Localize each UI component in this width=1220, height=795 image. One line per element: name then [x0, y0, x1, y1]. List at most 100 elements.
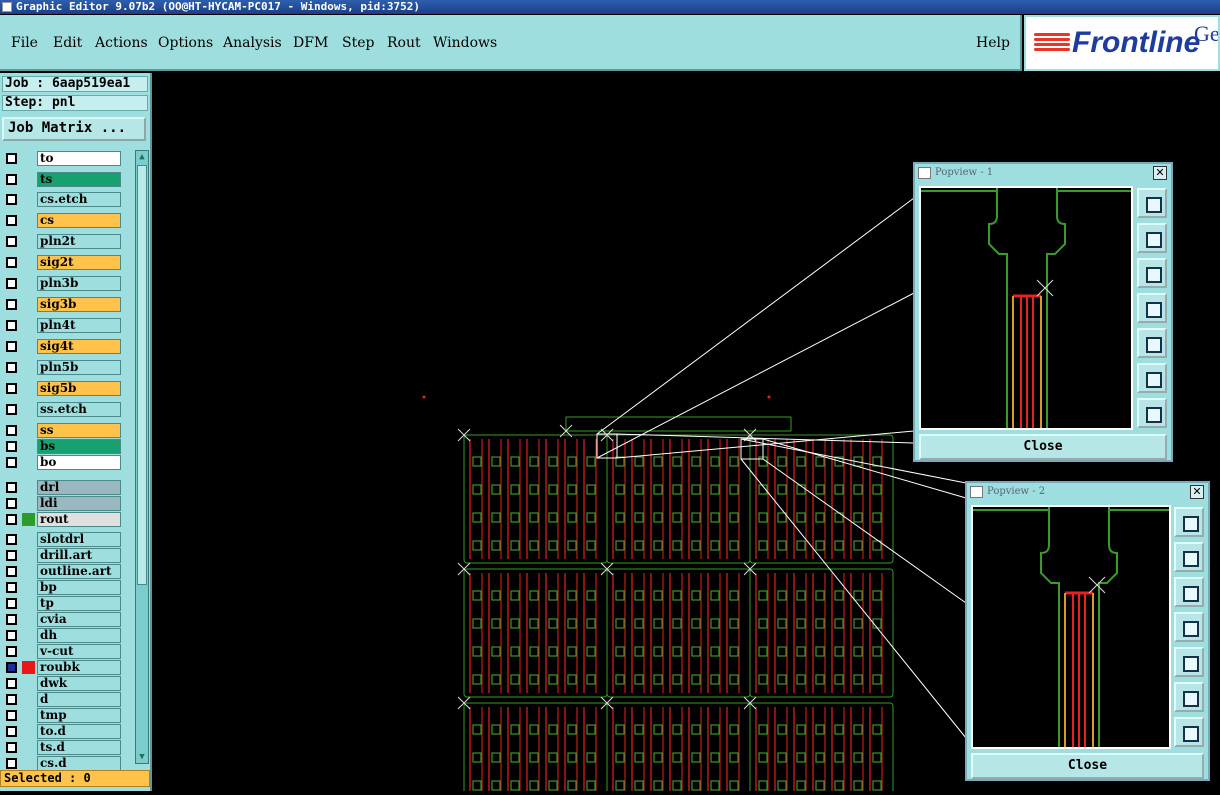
layer-color-swatch[interactable] — [22, 497, 35, 510]
layer-row[interactable]: outline.art — [2, 564, 121, 579]
layer-name[interactable]: drl — [37, 480, 121, 495]
layer-row[interactable]: d — [2, 692, 121, 707]
layer-name[interactable]: ts.d — [37, 740, 121, 755]
layer-checkbox[interactable] — [6, 630, 17, 641]
layer-color-swatch[interactable] — [22, 677, 35, 690]
layer-row[interactable]: ldi — [2, 496, 121, 511]
layer-row[interactable]: bo — [2, 455, 121, 470]
layer-checkbox[interactable] — [6, 582, 17, 593]
pan-up-icon[interactable] — [1137, 223, 1167, 253]
layer-color-swatch[interactable] — [22, 340, 35, 353]
layer-row[interactable]: cs — [2, 213, 121, 228]
layer-name[interactable]: cvia — [37, 612, 121, 627]
layer-name[interactable]: sig2t — [37, 255, 121, 270]
layer-color-swatch[interactable] — [22, 481, 35, 494]
layer-name[interactable]: ss.etch — [37, 402, 121, 417]
layer-row[interactable]: pln2t — [2, 234, 121, 249]
layer-row[interactable]: pln4t — [2, 318, 121, 333]
layer-name[interactable]: rout — [37, 512, 121, 527]
layer-color-swatch[interactable] — [22, 513, 35, 526]
layer-color-swatch[interactable] — [22, 440, 35, 453]
layer-row[interactable]: drill.art — [2, 548, 121, 563]
menu-edit[interactable]: Edit — [53, 35, 82, 51]
layer-row[interactable]: ss — [2, 423, 121, 438]
layer-name[interactable]: bo — [37, 455, 121, 470]
layer-color-swatch[interactable] — [22, 565, 35, 578]
layer-color-swatch[interactable] — [22, 581, 35, 594]
layer-name[interactable]: to.d — [37, 724, 121, 739]
layer-name[interactable]: dwk — [37, 676, 121, 691]
layer-checkbox[interactable] — [6, 457, 17, 468]
layer-row[interactable]: tp — [2, 596, 121, 611]
layer-color-swatch[interactable] — [22, 725, 35, 738]
menu-actions[interactable]: Actions — [95, 35, 148, 51]
popview-2-close-button[interactable]: Close — [971, 753, 1204, 779]
layer-color-swatch[interactable] — [22, 277, 35, 290]
layer-row[interactable]: sig3b — [2, 297, 121, 312]
layer-name[interactable]: slotdrl — [37, 532, 121, 547]
layer-name[interactable]: pln4t — [37, 318, 121, 333]
layer-name[interactable]: drill.art — [37, 548, 121, 563]
zoom-fit-icon[interactable] — [1137, 188, 1167, 218]
layer-checkbox[interactable] — [6, 482, 17, 493]
layer-name[interactable]: roubk — [37, 660, 121, 675]
layer-color-swatch[interactable] — [22, 424, 35, 437]
layer-color-swatch[interactable] — [22, 235, 35, 248]
layer-row[interactable]: cs.d — [2, 756, 121, 771]
layer-checkbox[interactable] — [6, 299, 17, 310]
layer-name[interactable]: outline.art — [37, 564, 121, 579]
layer-name[interactable]: cs — [37, 213, 121, 228]
layer-color-swatch[interactable] — [22, 613, 35, 626]
popview-1-view[interactable] — [919, 186, 1133, 430]
pan-left-icon[interactable] — [1137, 293, 1167, 323]
layer-color-swatch[interactable] — [22, 298, 35, 311]
layer-row[interactable]: sig5b — [2, 381, 121, 396]
layer-color-swatch[interactable] — [22, 361, 35, 374]
layer-color-swatch[interactable] — [22, 214, 35, 227]
layer-checkbox[interactable] — [6, 694, 17, 705]
layer-checkbox[interactable] — [6, 550, 17, 561]
menu-file[interactable]: File — [11, 35, 38, 51]
layer-row[interactable]: rout — [2, 512, 121, 527]
layer-row[interactable]: slotdrl — [2, 532, 121, 547]
layer-checkbox[interactable] — [6, 614, 17, 625]
layer-checkbox[interactable] — [6, 710, 17, 721]
layer-row[interactable]: to — [2, 151, 121, 166]
zoom-out-icon[interactable] — [1174, 717, 1204, 747]
layer-color-swatch[interactable] — [22, 661, 35, 674]
menu-analysis[interactable]: Analysis — [223, 35, 282, 51]
layer-row[interactable]: cs.etch — [2, 192, 121, 207]
layer-color-swatch[interactable] — [22, 757, 35, 770]
layer-color-swatch[interactable] — [22, 629, 35, 642]
layer-name[interactable]: v-cut — [37, 644, 121, 659]
layer-scrollbar[interactable]: ▲ ▼ — [135, 150, 149, 764]
pan-down-icon[interactable] — [1174, 577, 1204, 607]
layer-name[interactable]: tp — [37, 596, 121, 611]
layer-name[interactable]: sig5b — [37, 381, 121, 396]
layer-checkbox[interactable] — [6, 174, 17, 185]
menu-help[interactable]: Help — [976, 35, 1010, 51]
menu-options[interactable]: Options — [158, 35, 213, 51]
layer-row[interactable]: cvia — [2, 612, 121, 627]
layer-row[interactable]: bp — [2, 580, 121, 595]
menu-step[interactable]: Step — [342, 35, 374, 51]
layer-name[interactable]: d — [37, 692, 121, 707]
layer-row[interactable]: pln3b — [2, 276, 121, 291]
layer-checkbox[interactable] — [6, 646, 17, 657]
zoom-in-icon[interactable] — [1137, 363, 1167, 393]
layer-row[interactable]: dwk — [2, 676, 121, 691]
layer-row[interactable]: bs — [2, 439, 121, 454]
layer-row[interactable]: to.d — [2, 724, 121, 739]
layer-checkbox[interactable] — [6, 758, 17, 769]
layer-color-swatch[interactable] — [22, 741, 35, 754]
layer-row[interactable]: tmp — [2, 708, 121, 723]
layer-color-swatch[interactable] — [22, 549, 35, 562]
scroll-down-icon[interactable]: ▼ — [137, 752, 147, 762]
popview-2-view[interactable] — [971, 505, 1183, 749]
layer-checkbox[interactable] — [6, 678, 17, 689]
layer-checkbox[interactable] — [6, 383, 17, 394]
layer-checkbox[interactable] — [6, 215, 17, 226]
pan-left-icon[interactable] — [1174, 612, 1204, 642]
layer-checkbox[interactable] — [6, 362, 17, 373]
layer-row[interactable]: pln5b — [2, 360, 121, 375]
